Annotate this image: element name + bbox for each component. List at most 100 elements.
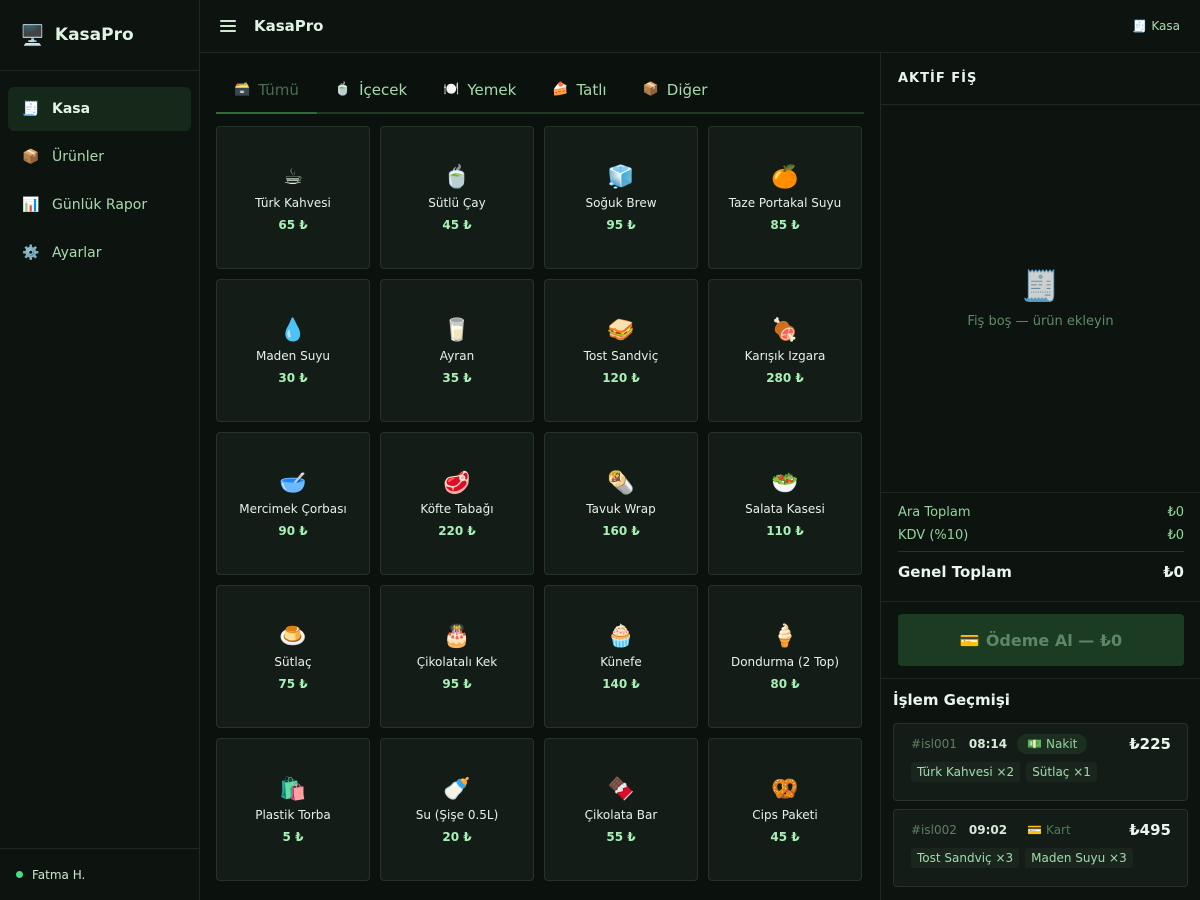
product-grid: ☕ Türk Kahvesi 65 ₺ 🍵 Sütlü Çay 45 ₺ 🧊 Soğuk Br… (216, 126, 864, 881)
product-card[interactable]: 🍦 Dondurma (2 Top) 80 ₺ (708, 585, 862, 728)
sidebar-item-kasa[interactable]: 🧾 Kasa (8, 87, 191, 131)
payment-method-badge: 💵 Nakit (1017, 734, 1088, 754)
product-name: Tost Sandviç (583, 348, 659, 363)
product-price: 120 ₺ (602, 370, 640, 385)
tab-yemek[interactable]: 🍽️ Yemek (425, 67, 534, 112)
tab-diger[interactable]: 📦 Diğer (625, 67, 726, 112)
product-card[interactable]: 🍫 Çikolata Bar 55 ₺ (544, 738, 698, 881)
product-name: Dondurma (2 Top) (730, 654, 840, 669)
product-card[interactable]: 🍮 Sütlaç 75 ₺ (216, 585, 370, 728)
transaction-header: #isl002 09:02 💳 Kart ₺495 (911, 820, 1171, 840)
empty-message: Fiş boş — ürün ekleyin (967, 313, 1114, 329)
product-price: 30 ₺ (278, 370, 308, 385)
product-icon: 🥨 (771, 776, 799, 802)
history-list: #isl001 08:14 💵 Nakit ₺225 Türk Kahvesi ×2 Süt… (893, 723, 1188, 887)
transaction-header: #isl001 08:14 💵 Nakit ₺225 (911, 734, 1171, 754)
product-card[interactable]: 🥪 Tost Sandviç 120 ₺ (544, 279, 698, 422)
sidebar-item-ayarlar[interactable]: ⚙️ Ayarlar (8, 231, 191, 275)
sidebar-item-urunler[interactable]: 📦 Ürünler (8, 135, 191, 179)
product-card[interactable]: 💧 Maden Suyu 30 ₺ (216, 279, 370, 422)
tab-tatli[interactable]: 🍰 Tatlı (534, 67, 624, 112)
product-price: 95 ₺ (442, 676, 472, 691)
tab-icecek[interactable]: 🍵 İçecek (317, 67, 425, 112)
receipt-icon: 🧾 (1132, 19, 1148, 33)
product-card[interactable]: 🥛 Ayran 35 ₺ (380, 279, 534, 422)
product-card[interactable]: 🧊 Soğuk Brew 95 ₺ (544, 126, 698, 269)
transaction-item-chip: Tost Sandviç ×3 (911, 848, 1020, 868)
tab-tumu[interactable]: 🗃️ Tümü (216, 67, 317, 114)
product-card[interactable]: 🍖 Karışık Izgara 280 ₺ (708, 279, 862, 422)
user-status[interactable]: Fatma H. (0, 848, 199, 900)
menu-icon[interactable] (220, 20, 236, 32)
tab-label: Diğer (666, 80, 708, 99)
brand[interactable]: 🖥️ KasaPro (0, 0, 199, 71)
product-price: 45 ₺ (770, 829, 800, 844)
product-name: Salata Kasesi (745, 501, 825, 516)
product-name: Mercimek Çorbası (239, 501, 347, 516)
sidebar-item-label: Günlük Rapor (52, 197, 148, 213)
product-price: 75 ₺ (278, 676, 308, 691)
product-icon: 🥪 (607, 317, 635, 343)
receipt-panel: AKTİF FİŞ 🧾 Fiş boş — ürün ekleyin Ara T… (880, 53, 1200, 900)
grand-total-row: Genel Toplam ₺0 (898, 551, 1184, 581)
transaction-card[interactable]: #isl001 08:14 💵 Nakit ₺225 Türk Kahvesi ×2 Süt… (893, 723, 1188, 801)
product-name: Cips Paketi (752, 807, 818, 822)
tax-row: KDV (%10) ₺0 (898, 528, 1184, 543)
tatli-icon: 🍰 (552, 82, 569, 97)
tab-label: Tatlı (576, 80, 607, 99)
product-icon: 🍵 (443, 164, 471, 190)
sidebar-nav: 🧾 Kasa 📦 Ürünler 📊 Günlük Rapor ⚙️ Ayarlar (0, 71, 199, 295)
product-card[interactable]: 🍼 Su (Şişe 0.5L) 20 ₺ (380, 738, 534, 881)
product-icon: 🍮 (279, 623, 307, 649)
product-card[interactable]: 🥩 Köfte Tabağı 220 ₺ (380, 432, 534, 575)
product-price: 80 ₺ (770, 676, 800, 691)
product-card[interactable]: 🥣 Mercimek Çorbası 90 ₺ (216, 432, 370, 575)
payment-section: 💳 Ödeme Al — ₺0 (881, 602, 1200, 679)
tab-label: İçecek (359, 80, 408, 99)
product-name: Soğuk Brew (585, 195, 657, 210)
sidebar: 🖥️ KasaPro 🧾 Kasa 📦 Ürünler 📊 Günlük Rapor ⚙️ A… (0, 0, 200, 900)
kasa-icon: 🧾 (22, 101, 40, 117)
product-card[interactable]: 🍵 Sütlü Çay 45 ₺ (380, 126, 534, 269)
payment-method-label: Nakit (1046, 737, 1078, 751)
product-price: 140 ₺ (602, 676, 640, 691)
transaction-items: Tost Sandviç ×3 Maden Suyu ×3 (911, 848, 1171, 868)
product-card[interactable]: 🌯 Tavuk Wrap 160 ₺ (544, 432, 698, 575)
transaction-items: Türk Kahvesi ×2 Sütlaç ×1 (911, 762, 1171, 782)
product-card[interactable]: 🥨 Cips Paketi 45 ₺ (708, 738, 862, 881)
product-name: Taze Portakal Suyu (728, 195, 842, 210)
sidebar-item-label: Ürünler (52, 149, 105, 165)
payment-method-icon: 💵 (1027, 737, 1043, 751)
product-card[interactable]: 🍊 Taze Portakal Suyu 85 ₺ (708, 126, 862, 269)
product-name: Su (Şişe 0.5L) (415, 807, 499, 822)
product-icon: 🥩 (443, 470, 471, 496)
product-name: Çikolatalı Kek (416, 654, 498, 669)
product-card[interactable]: 🥗 Salata Kasesi 110 ₺ (708, 432, 862, 575)
sidebar-item-gunluk-rapor[interactable]: 📊 Günlük Rapor (8, 183, 191, 227)
product-icon: 🍖 (771, 317, 799, 343)
product-name: Plastik Torba (255, 807, 331, 822)
product-icon: 🥛 (443, 317, 471, 343)
take-payment-button[interactable]: 💳 Ödeme Al — ₺0 (898, 614, 1184, 666)
transaction-item-chip: Türk Kahvesi ×2 (911, 762, 1021, 782)
product-price: 20 ₺ (442, 829, 472, 844)
product-price: 220 ₺ (438, 523, 476, 538)
product-price: 65 ₺ (278, 217, 308, 232)
product-price: 45 ₺ (442, 217, 472, 232)
product-card[interactable]: 🧁 Künefe 140 ₺ (544, 585, 698, 728)
product-card[interactable]: 🛍️ Plastik Torba 5 ₺ (216, 738, 370, 881)
product-card[interactable]: 🎂 Çikolatalı Kek 95 ₺ (380, 585, 534, 728)
transaction-card[interactable]: #isl002 09:02 💳 Kart ₺495 Tost Sandviç ×3 Made… (893, 809, 1188, 887)
product-catalog: 🗃️ Tümü 🍵 İçecek 🍽️ Yemek 🍰 Tatlı 📦 Diğer ☕ Türk K… (200, 53, 880, 900)
topbar: KasaPro 🧾 Kasa (200, 0, 1200, 53)
product-icon: 🧁 (607, 623, 635, 649)
product-card[interactable]: ☕ Türk Kahvesi 65 ₺ (216, 126, 370, 269)
product-name: Çikolata Bar (584, 807, 658, 822)
product-name: Türk Kahvesi (255, 195, 331, 210)
product-price: 280 ₺ (766, 370, 804, 385)
transaction-time: 08:14 (968, 737, 1008, 751)
topbar-register-link[interactable]: 🧾 Kasa (1132, 19, 1180, 33)
product-icon: 🥗 (771, 470, 799, 496)
product-icon: 🛍️ (279, 776, 307, 802)
product-name: Karışık Izgara (744, 348, 826, 363)
